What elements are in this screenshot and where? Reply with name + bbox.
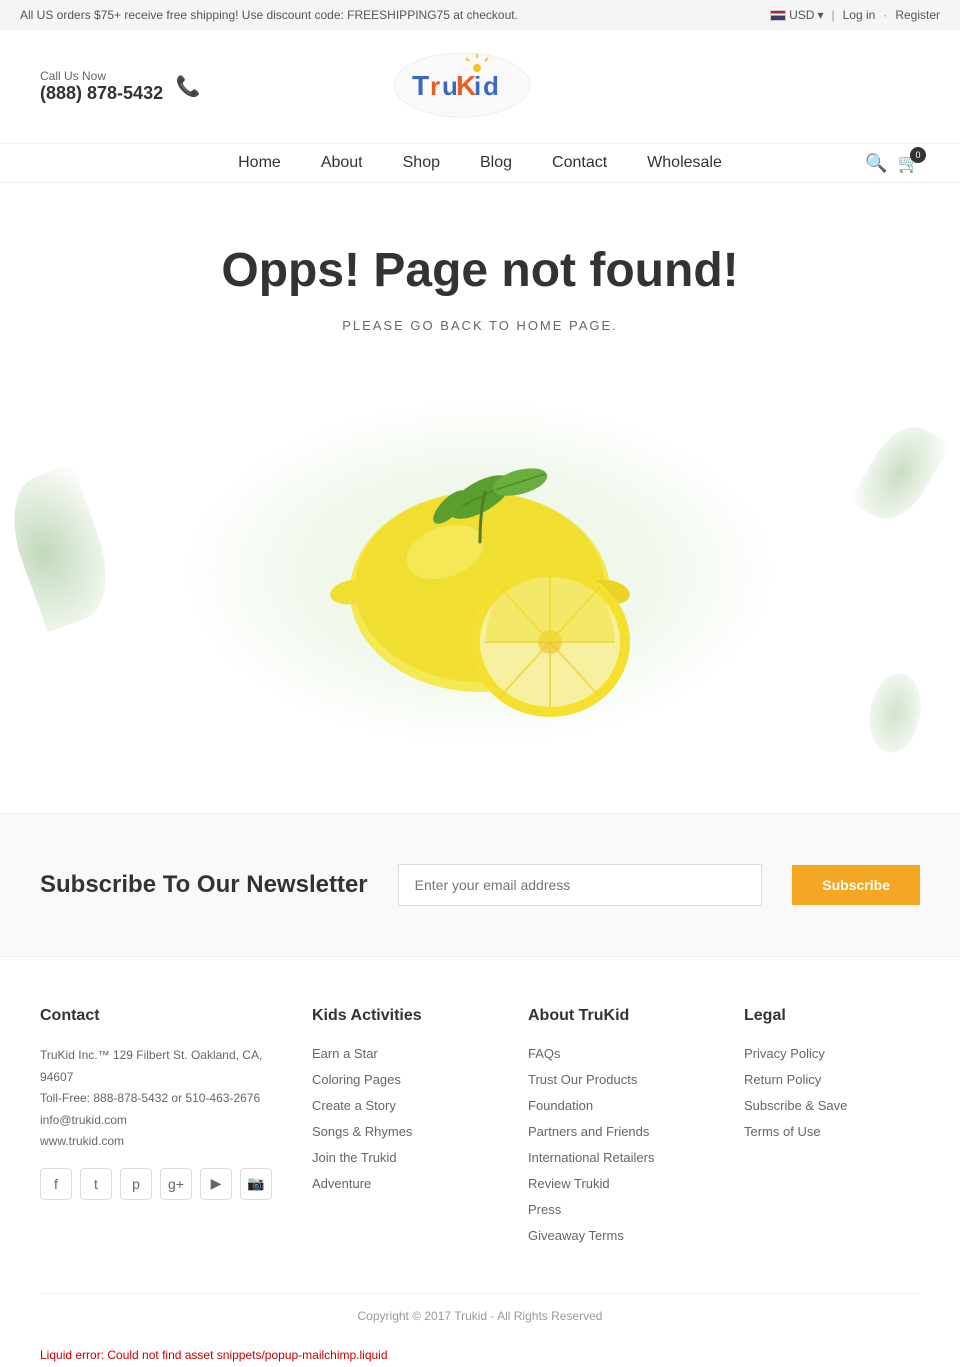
main-nav: Home About Shop Blog Contact Wholesale 🔍… xyxy=(0,143,960,183)
nav-blog[interactable]: Blog xyxy=(480,154,512,172)
lemon-image-container xyxy=(20,373,940,773)
copyright-text: Copyright © 2017 Trukid - All Rights Res… xyxy=(358,1309,603,1323)
header: Call Us Now (888) 878-5432 📞 T r u K i d xyxy=(0,30,960,143)
footer-about-col: About TruKid FAQs Trust Our Products Fou… xyxy=(528,1007,704,1253)
currency-label: USD xyxy=(789,8,814,22)
liquid-error: Liquid error: Could not find asset snipp… xyxy=(0,1343,960,1367)
newsletter-section: Subscribe To Our Newsletter Subscribe xyxy=(0,813,960,957)
footer-address: TruKid Inc.™ 129 Filbert St. Oakland, CA… xyxy=(40,1045,272,1153)
logo-section[interactable]: T r u K i d xyxy=(392,50,532,123)
cart-badge: 0 xyxy=(910,147,926,163)
footer-link-faqs[interactable]: FAQs xyxy=(528,1046,561,1061)
newsletter-subscribe-button[interactable]: Subscribe xyxy=(792,865,920,905)
flag-icon xyxy=(770,10,786,21)
footer-about-links: FAQs Trust Our Products Foundation Partn… xyxy=(528,1045,704,1243)
search-button[interactable]: 🔍 xyxy=(865,153,887,174)
promo-text: All US orders $75+ receive free shipping… xyxy=(20,8,518,22)
social-icons: f t p g+ ▶ 📷 xyxy=(40,1168,272,1200)
svg-text:i: i xyxy=(474,71,481,101)
newsletter-title: Subscribe To Our Newsletter xyxy=(40,871,368,899)
footer-kids-title: Kids Activities xyxy=(312,1007,488,1025)
lemon-svg xyxy=(290,412,670,732)
phone-section: Call Us Now (888) 878-5432 📞 xyxy=(40,69,203,104)
login-link[interactable]: Log in xyxy=(843,8,876,22)
phone-number[interactable]: (888) 878-5432 xyxy=(40,83,163,104)
svg-text:d: d xyxy=(483,71,499,101)
footer: Contact TruKid Inc.™ 129 Filbert St. Oak… xyxy=(0,957,960,1343)
footer-link-trust-products[interactable]: Trust Our Products xyxy=(528,1072,637,1087)
footer-link-review[interactable]: Review Trukid xyxy=(528,1176,610,1191)
footer-link-subscribe-save[interactable]: Subscribe & Save xyxy=(744,1098,847,1113)
phone-text-block: Call Us Now (888) 878-5432 xyxy=(40,69,163,104)
footer-link-join[interactable]: Join the Trukid xyxy=(312,1150,397,1165)
footer-link-foundation[interactable]: Foundation xyxy=(528,1098,593,1113)
nav-about[interactable]: About xyxy=(321,154,363,172)
error-subtitle: PLEASE GO BACK TO HOME PAGE. xyxy=(20,318,940,333)
leaf-left-decoration xyxy=(0,464,123,632)
nav-icons: 🔍 🛒 0 xyxy=(865,153,920,174)
footer-bottom: Copyright © 2017 Trukid - All Rights Res… xyxy=(40,1293,920,1323)
nav-shop[interactable]: Shop xyxy=(403,154,440,172)
facebook-icon[interactable]: f xyxy=(40,1168,72,1200)
separator: | xyxy=(831,8,834,22)
footer-link-press[interactable]: Press xyxy=(528,1202,561,1217)
logo-image: T r u K i d xyxy=(392,50,532,120)
error-section: Opps! Page not found! PLEASE GO BACK TO … xyxy=(0,183,960,773)
leaf-right2-decoration xyxy=(863,669,926,756)
googleplus-icon[interactable]: g+ xyxy=(160,1168,192,1200)
newsletter-email-input[interactable] xyxy=(398,864,763,906)
separator2: · xyxy=(883,8,887,22)
footer-kids-links: Earn a Star Coloring Pages Create a Stor… xyxy=(312,1045,488,1191)
footer-link-adventure[interactable]: Adventure xyxy=(312,1176,371,1191)
footer-legal-title: Legal xyxy=(744,1007,920,1025)
currency-chevron-icon: ▾ xyxy=(817,8,823,22)
footer-link-story[interactable]: Create a Story xyxy=(312,1098,396,1113)
footer-contact-col: Contact TruKid Inc.™ 129 Filbert St. Oak… xyxy=(40,1007,272,1253)
lemon-illustration xyxy=(290,412,670,735)
nav-home[interactable]: Home xyxy=(238,154,281,172)
footer-contact-title: Contact xyxy=(40,1007,272,1025)
footer-link-partners[interactable]: Partners and Friends xyxy=(528,1124,649,1139)
footer-legal-col: Legal Privacy Policy Return Policy Subsc… xyxy=(744,1007,920,1253)
footer-link-coloring[interactable]: Coloring Pages xyxy=(312,1072,401,1087)
svg-text:r: r xyxy=(430,71,440,101)
footer-link-international[interactable]: International Retailers xyxy=(528,1150,654,1165)
footer-legal-links: Privacy Policy Return Policy Subscribe &… xyxy=(744,1045,920,1139)
twitter-icon[interactable]: t xyxy=(80,1168,112,1200)
top-bar: All US orders $75+ receive free shipping… xyxy=(0,0,960,30)
youtube-icon[interactable]: ▶ xyxy=(200,1168,232,1200)
leaf-right-decoration xyxy=(849,415,951,532)
footer-link-return[interactable]: Return Policy xyxy=(744,1072,821,1087)
register-link[interactable]: Register xyxy=(895,8,940,22)
call-label: Call Us Now xyxy=(40,69,163,83)
instagram-icon[interactable]: 📷 xyxy=(240,1168,272,1200)
pinterest-icon[interactable]: p xyxy=(120,1168,152,1200)
footer-link-songs[interactable]: Songs & Rhymes xyxy=(312,1124,412,1139)
footer-link-terms[interactable]: Terms of Use xyxy=(744,1124,821,1139)
footer-grid: Contact TruKid Inc.™ 129 Filbert St. Oak… xyxy=(40,1007,920,1253)
footer-about-title: About TruKid xyxy=(528,1007,704,1025)
phone-icon: 📞 xyxy=(173,72,203,102)
footer-link-earn-star[interactable]: Earn a Star xyxy=(312,1046,378,1061)
nav-contact[interactable]: Contact xyxy=(552,154,607,172)
nav-wholesale[interactable]: Wholesale xyxy=(647,154,722,172)
svg-text:T: T xyxy=(412,70,429,101)
footer-link-privacy[interactable]: Privacy Policy xyxy=(744,1046,825,1061)
top-bar-right: USD ▾ | Log in · Register xyxy=(770,8,940,22)
error-title: Opps! Page not found! xyxy=(20,243,940,298)
cart-button[interactable]: 🛒 0 xyxy=(898,153,920,174)
footer-kids-col: Kids Activities Earn a Star Coloring Pag… xyxy=(312,1007,488,1253)
currency-selector[interactable]: USD ▾ xyxy=(770,8,823,22)
footer-link-giveaway[interactable]: Giveaway Terms xyxy=(528,1228,624,1243)
